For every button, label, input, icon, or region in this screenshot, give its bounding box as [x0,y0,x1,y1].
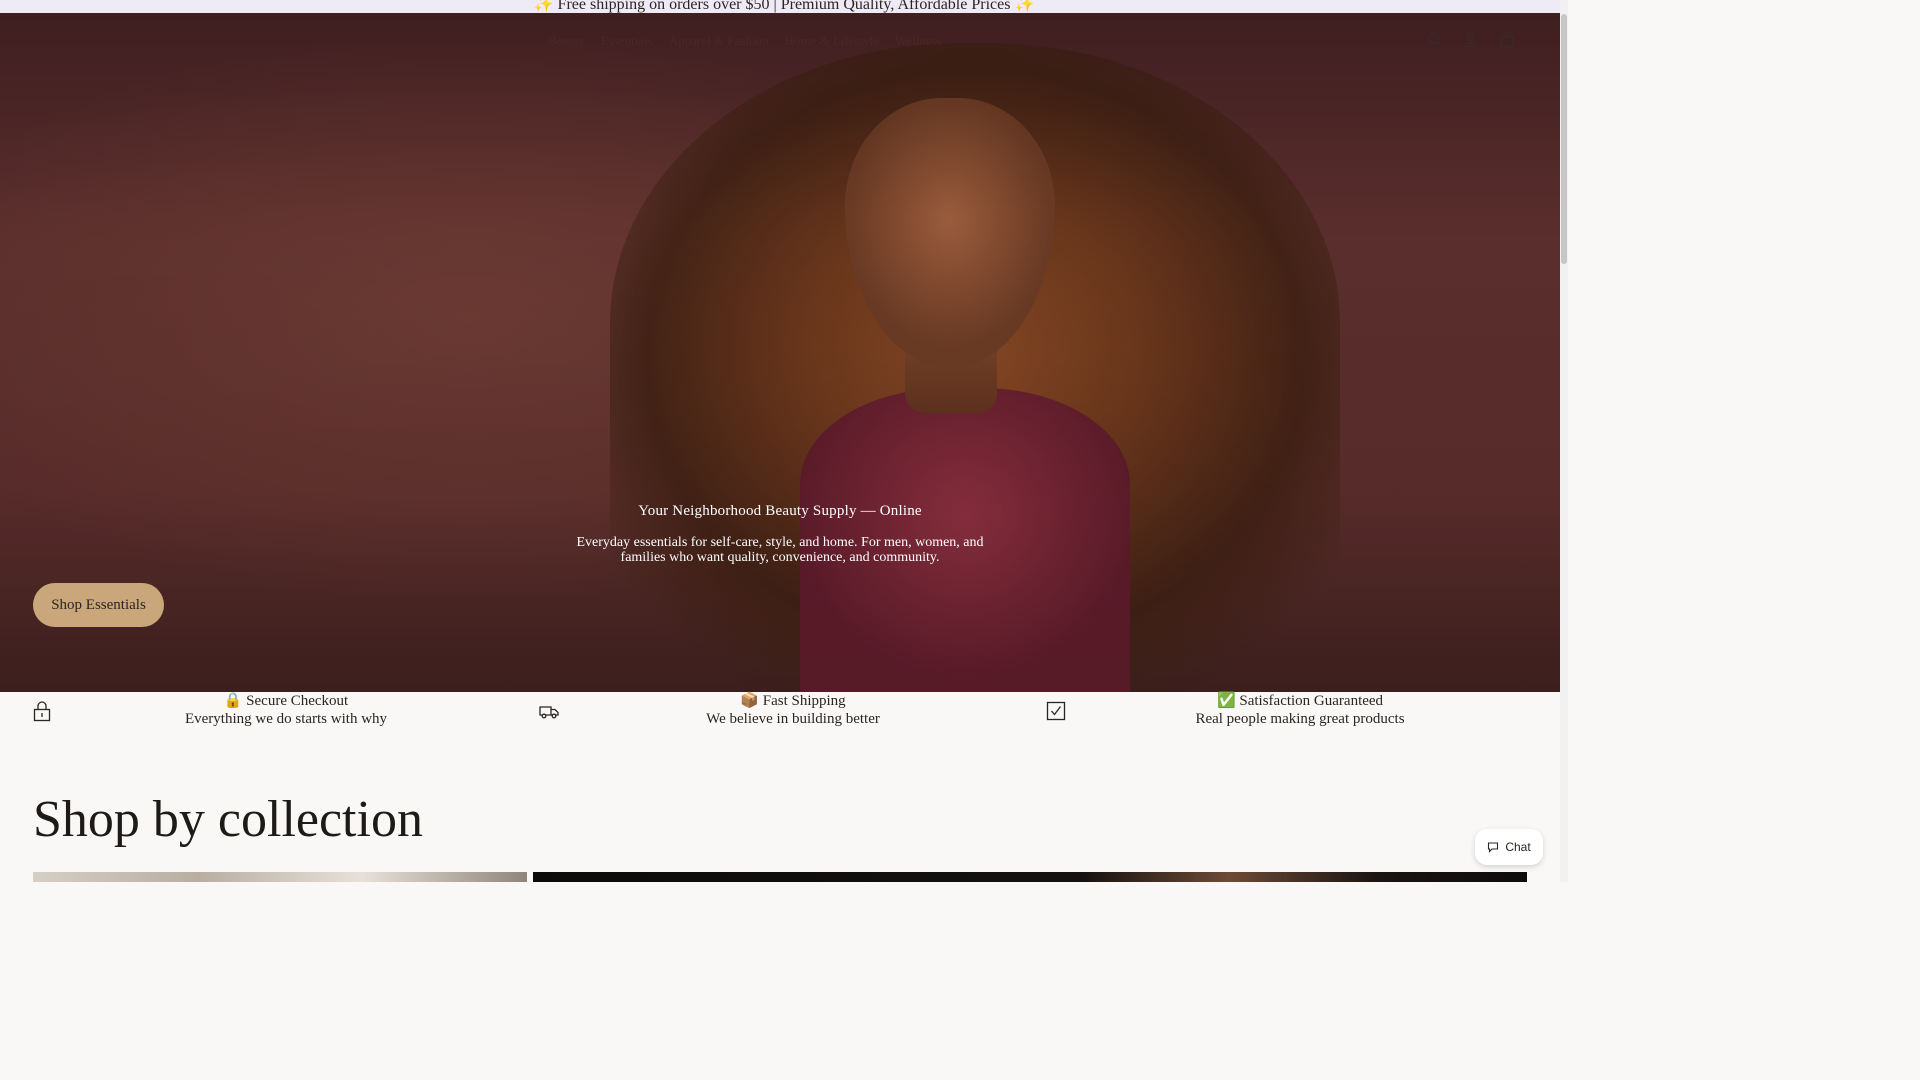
site-header: Beauty Essentials Apparel & Fashion Home… [0,13,1560,68]
hero-banner: Your Neighborhood Beauty Supply — Online… [0,13,1560,692]
nav-item-apparel-fashion[interactable]: Apparel & Fashion [669,33,769,49]
scrollbar-thumb[interactable] [1561,14,1567,264]
shop-essentials-button[interactable]: Shop Essentials [33,583,164,627]
trust-subtitle: We believe in building better [706,711,880,727]
trust-text: 📦 Fast Shipping We believe in building b… [683,692,903,728]
hero-overlay [0,13,1560,692]
trust-title: 📦 Fast Shipping [740,693,846,709]
trust-text: ✅ Satisfaction Guaranteed Real people ma… [1170,692,1430,728]
chat-bubble-icon [1488,842,1499,853]
chat-button[interactable]: Chat [1475,829,1543,865]
chat-label: Chat [1505,840,1531,854]
trust-subtitle: Everything we do starts with why [184,711,388,727]
nav-item-beauty[interactable]: Beauty [548,33,585,49]
hero-description: Everyday essentials for self-care, style… [576,535,984,565]
hero-title: Your Neighborhood Beauty Supply — Online [638,503,922,519]
announcement-bar: ✨ Free shipping on orders over $50 | Pre… [0,0,1568,13]
nav-item-home-lifestyle[interactable]: Home & Lifestyle [784,33,879,49]
trust-title: 🔒 Secure Checkout [223,693,349,709]
truck-icon [539,706,559,719]
announcement-text: ✨ Free shipping on orders over $50 | Pre… [533,0,1035,13]
trust-bar: 🔒 Secure Checkout Everything we do start… [0,692,1560,737]
collections-heading: Shop by collection [33,791,423,848]
trust-subtitle: Real people making great products [1195,711,1405,727]
account-icon[interactable] [1462,31,1480,49]
lock-icon [33,701,51,722]
main-nav: Beauty Essentials Apparel & Fashion Home… [548,33,942,49]
nav-item-essentials[interactable]: Essentials [601,33,653,49]
search-icon[interactable] [1426,31,1444,49]
nav-item-wellness[interactable]: Wellness [895,33,942,49]
cart-icon[interactable] [1498,31,1516,49]
trust-text: 🔒 Secure Checkout Everything we do start… [176,692,396,728]
collection-card[interactable] [33,872,527,882]
checkbox-icon [1046,701,1066,721]
trust-title: ✅ Satisfaction Guaranteed [1216,693,1384,709]
page-scrollbar[interactable] [1560,0,1568,882]
header-icons [1426,31,1516,49]
collection-card[interactable] [533,872,1527,882]
